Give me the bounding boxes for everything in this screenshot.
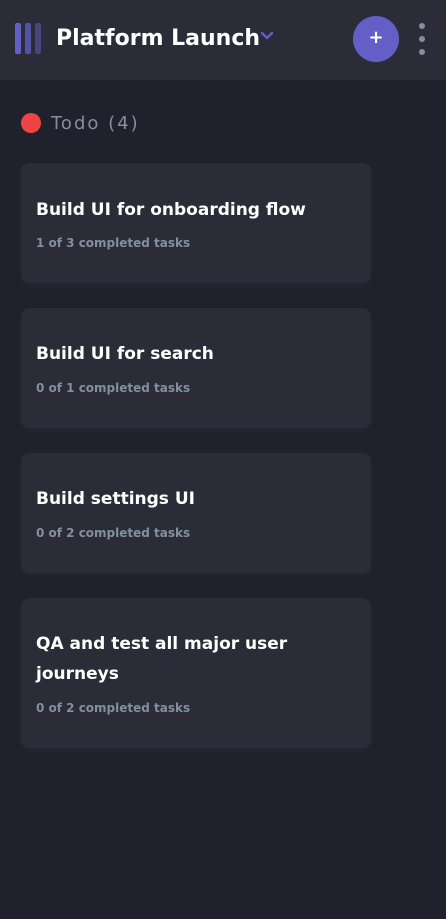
task-card[interactable]: QA and test all major user journeys 0 of… (21, 598, 371, 748)
vertical-ellipsis-icon[interactable] (414, 22, 430, 56)
task-card[interactable]: Build settings UI 0 of 2 completed tasks (21, 453, 371, 573)
task-title: Build UI for search (36, 344, 214, 364)
board-title[interactable]: Platform Launch (56, 22, 260, 56)
task-subtask-count: 1 of 3 completed tasks (36, 236, 191, 250)
task-title: Build UI for onboarding flow (36, 200, 306, 220)
task-card[interactable]: Build UI for search 0 of 1 completed tas… (21, 308, 371, 428)
add-task-button[interactable]: + (353, 16, 399, 62)
column-title: Todo (4) (51, 113, 140, 134)
task-card[interactable]: Build UI for onboarding flow 1 of 3 comp… (21, 163, 371, 283)
task-subtask-count: 0 of 2 completed tasks (36, 526, 191, 540)
task-title: Build settings UI (36, 489, 195, 509)
task-title: QA and test all major user journeys (36, 634, 288, 684)
chevron-down-icon[interactable] (260, 31, 274, 41)
status-dot (21, 113, 41, 133)
kanban-logo-icon (15, 23, 47, 54)
task-subtask-count: 0 of 2 completed tasks (36, 701, 191, 715)
app-header: Platform Launch + (0, 0, 446, 80)
task-subtask-count: 0 of 1 completed tasks (36, 381, 191, 395)
